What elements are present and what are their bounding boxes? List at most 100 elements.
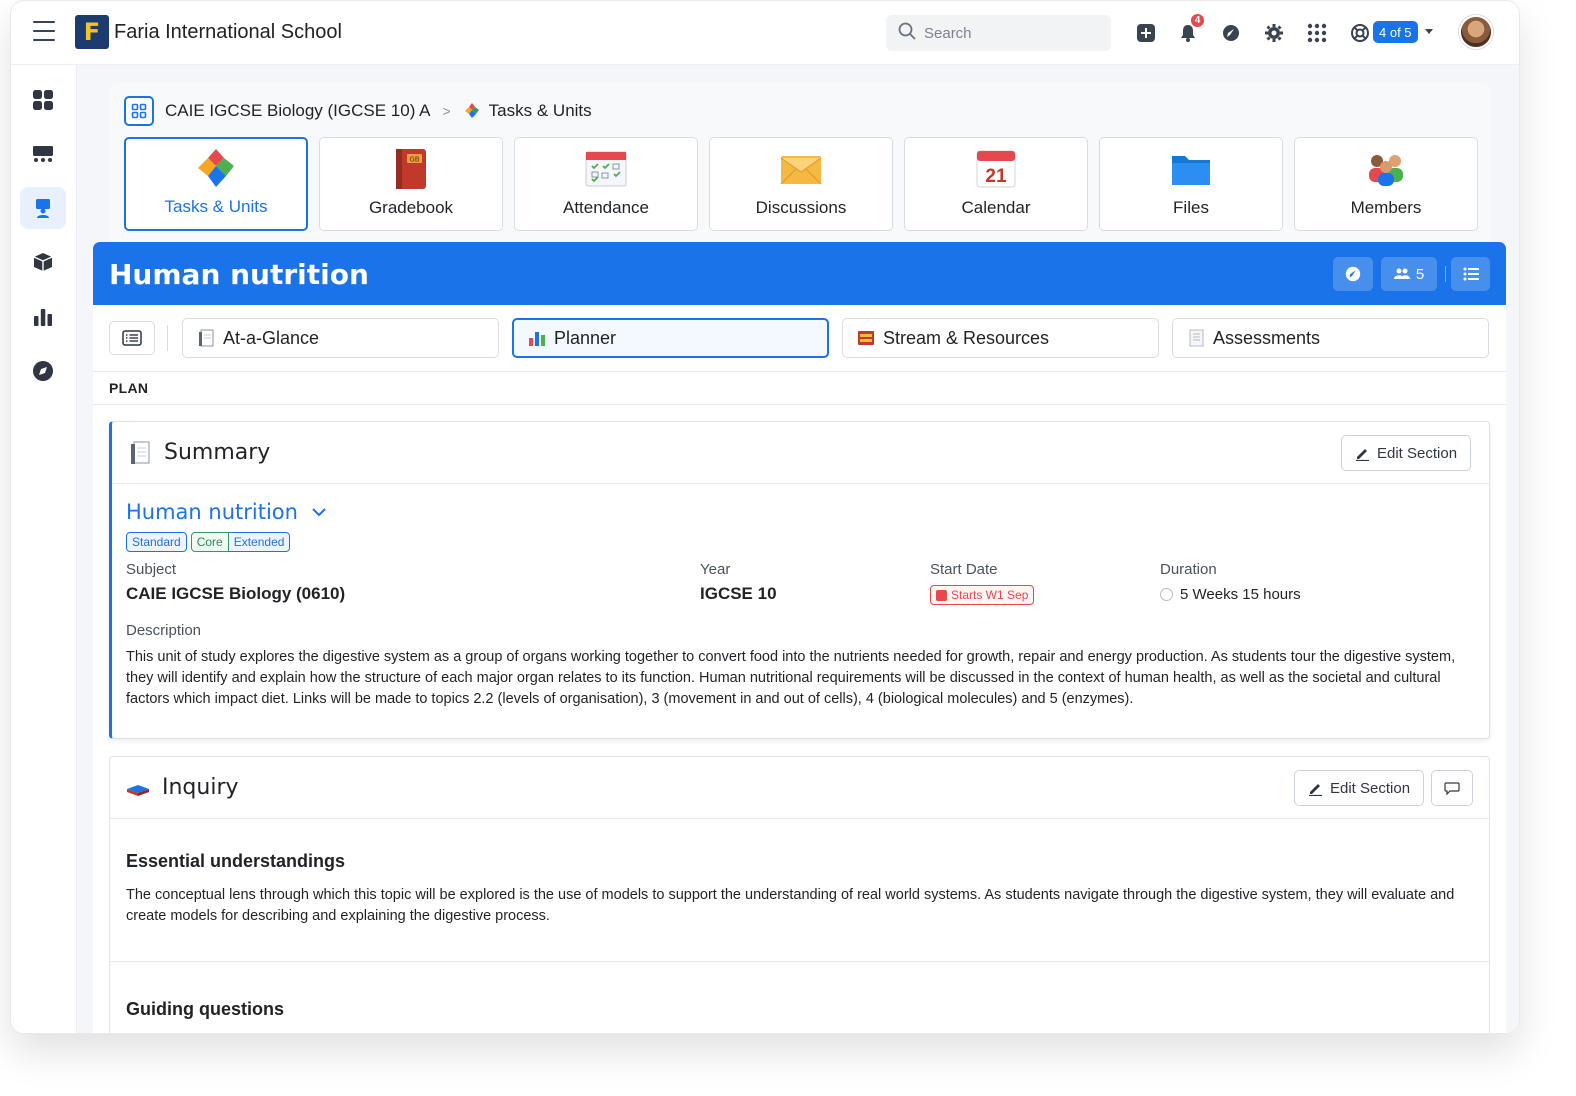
comment-button[interactable]: [1431, 770, 1473, 806]
sidebar-item-teaching[interactable]: [20, 187, 66, 229]
search-box[interactable]: [886, 15, 1111, 51]
tab-at-a-glance[interactable]: At-a-Glance: [182, 318, 499, 358]
chevron-down-icon[interactable]: [1425, 29, 1433, 34]
tag-standard: Standard: [126, 532, 187, 552]
unit-tags: Standard Core Extended: [126, 532, 291, 552]
tile-attendance[interactable]: Attendance: [514, 137, 698, 231]
sidebar-item-dashboard[interactable]: [20, 79, 66, 121]
app-window: F Faria International School 4 4 of 5: [10, 0, 1520, 1034]
settings-gear-icon[interactable]: [1262, 21, 1286, 45]
year-label: Year: [700, 561, 731, 578]
tile-label: Discussions: [755, 198, 847, 217]
people-icon: [1365, 148, 1407, 190]
calendar-icon: [936, 589, 947, 601]
analytics-icon: [34, 309, 52, 326]
tile-label: Files: [1173, 198, 1209, 217]
inquiry-title: Inquiry: [162, 775, 239, 800]
breadcrumb: CAIE IGCSE Biology (IGCSE 10) A > Tasks …: [124, 95, 592, 127]
tile-members[interactable]: Members: [1294, 137, 1478, 231]
subject-value: CAIE IGCSE Biology (0610): [126, 584, 346, 603]
glance-icon: [197, 329, 215, 347]
member-count: 5: [1415, 265, 1425, 283]
sidebar-item-resources[interactable]: [20, 241, 66, 283]
tile-discussions[interactable]: Discussions: [709, 137, 893, 231]
attendance-icon: [585, 148, 627, 190]
essential-understandings-text: The conceptual lens through which this t…: [126, 887, 1455, 924]
pencil-icon: [1309, 783, 1322, 796]
messages-icon[interactable]: [1219, 21, 1243, 45]
top-bar: F Faria International School 4 4 of 5: [11, 1, 1519, 65]
menu-icon[interactable]: [33, 21, 55, 41]
clock-icon: [1160, 588, 1173, 601]
tile-label: Members: [1350, 198, 1422, 217]
tile-files[interactable]: Files: [1099, 137, 1283, 231]
tab-stream-resources[interactable]: Stream & Resources: [842, 318, 1159, 358]
sidebar-item-explore[interactable]: [20, 350, 66, 392]
sidebar-item-analytics[interactable]: [20, 296, 66, 338]
messages-icon: [1345, 266, 1361, 282]
puzzle-icon: [195, 147, 237, 189]
chevron-down-icon: [312, 507, 326, 516]
school-logo[interactable]: F: [75, 15, 109, 49]
members-icon: [1393, 268, 1410, 279]
dashboard-grid-icon: [33, 90, 53, 110]
cube-icon: [33, 253, 53, 271]
apps-grid-icon[interactable]: [1305, 21, 1329, 45]
tab-label: Planner: [554, 327, 617, 348]
comment-icon: [1444, 782, 1460, 795]
breadcrumb-class-link[interactable]: CAIE IGCSE Biology (IGCSE 10) A: [165, 101, 430, 121]
tile-label: Calendar: [961, 198, 1031, 217]
tile-gradebook[interactable]: GB Gradebook: [319, 137, 503, 231]
guiding-questions-heading: Guiding questions: [126, 999, 284, 1019]
essential-understandings-heading: Essential understandings: [126, 851, 346, 871]
sidebar-item-classes[interactable]: [20, 133, 66, 175]
subtab-divider: [167, 325, 168, 351]
unit-outline-button[interactable]: [1451, 257, 1490, 291]
gradebook-icon: GB: [390, 148, 432, 190]
account-switch-pill[interactable]: 4 of 5: [1373, 21, 1418, 43]
unit-subtabs: At-a-Glance Planner Stream & Resources A…: [109, 318, 1502, 358]
tile-calendar[interactable]: 21 Calendar: [904, 137, 1088, 231]
puzzle-icon: [463, 102, 481, 120]
tile-tasks-units[interactable]: Tasks & Units: [124, 137, 308, 231]
search-icon: [898, 22, 916, 45]
folder-icon: [1170, 148, 1212, 190]
inquiry-header: Inquiry Edit Section: [110, 757, 1489, 819]
classes-icon: [33, 146, 53, 162]
list-icon: [122, 330, 142, 346]
main-content: CAIE IGCSE Biology (IGCSE 10) A > Tasks …: [77, 65, 1519, 1033]
pencil-icon: [1356, 448, 1369, 461]
inquiry-book-icon: [126, 776, 150, 800]
summary-section: Summary Edit Section Human nutrition Sta…: [109, 421, 1490, 739]
notification-badge: 4: [1189, 12, 1206, 29]
description-label: Description: [126, 622, 202, 639]
add-icon[interactable]: [1134, 21, 1158, 45]
tab-assessments[interactable]: Assessments: [1172, 318, 1489, 358]
school-name[interactable]: Faria International School: [114, 21, 342, 44]
edit-label: Edit Section: [1330, 779, 1411, 797]
summary-header: Summary Edit Section: [112, 422, 1489, 484]
start-date-label: Start Date: [930, 561, 998, 578]
edit-label: Edit Section: [1377, 444, 1458, 462]
search-input[interactable]: [924, 24, 1094, 42]
toggle-outline-button[interactable]: [109, 321, 155, 355]
subject-label: Subject: [126, 561, 177, 578]
edit-inquiry-button[interactable]: Edit Section: [1294, 770, 1425, 806]
unit-name-dropdown[interactable]: Human nutrition: [126, 500, 326, 524]
tile-label: Gradebook: [368, 198, 454, 217]
unit-name-text: Human nutrition: [126, 500, 298, 524]
edit-summary-button[interactable]: Edit Section: [1341, 435, 1472, 471]
breadcrumb-separator: >: [442, 103, 451, 119]
tab-label: Stream & Resources: [883, 327, 1050, 348]
unit-members-button[interactable]: 5: [1381, 257, 1437, 291]
unit-discussion-button[interactable]: [1333, 257, 1373, 291]
help-lifebuoy-icon[interactable]: [1348, 21, 1372, 45]
compass-icon: [33, 361, 53, 381]
duration-label: Duration: [1160, 561, 1217, 578]
class-grid-icon[interactable]: [124, 96, 154, 126]
calendar-icon: 21: [975, 148, 1017, 190]
inquiry-section: Inquiry Edit Section Essential understan…: [109, 756, 1490, 1033]
user-avatar[interactable]: [1459, 15, 1493, 49]
tab-planner[interactable]: Planner: [512, 318, 829, 358]
duration-value: 5 Weeks 15 hours: [1180, 586, 1301, 603]
